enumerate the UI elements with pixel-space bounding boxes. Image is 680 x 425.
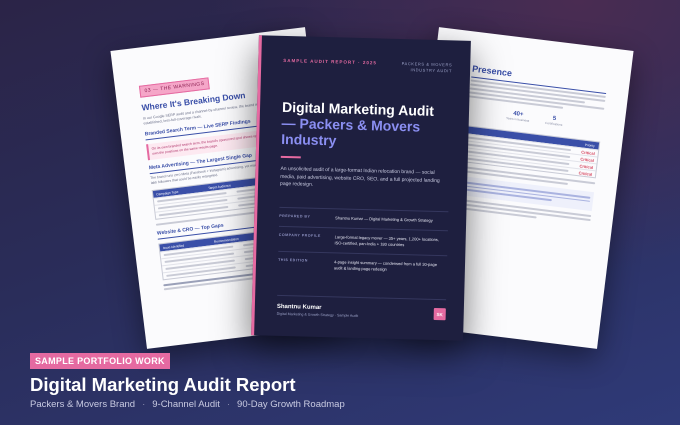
cover-footer: Shantnu Kumar Digital Marketing & Growth… [276,294,447,321]
stat-label: Certifications [544,120,563,127]
meta-key: PREPARED BY [279,213,311,219]
page-title: Digital Marketing Audit Report [30,374,296,395]
author-role: Digital Marketing & Growth Strategy · Sa… [276,311,359,318]
meta-value: Large-format legacy mover — 35+ years, 1… [334,234,440,248]
cover-label: SAMPLE AUDIT REPORT · 2025 [283,57,377,66]
cover-title-accent: Industry [281,131,337,149]
cover-brand: PACKERS & MOVERS INDUSTRY AUDIT [401,61,453,73]
subtitle-item: Packers & Movers Brand [30,399,136,410]
subtitle-item: 90-Day Growth Roadmap [237,399,345,410]
meta-value: 4-page insight summary — condensed from … [333,259,438,272]
meta-key: COMPANY PROFILE [278,232,321,238]
stat-years: 40+ Years in business [506,110,530,123]
table-header-cell: Priority [584,142,595,148]
author-monogram-badge: SK [433,307,446,321]
divider [280,156,301,159]
subtitle: Packers & Movers Brand · 9-Channel Audit… [30,399,345,410]
meta-row-this-edition: THIS EDITION 4-page insight summary — co… [277,250,448,281]
portfolio-tag: SAMPLE PORTFOLIO WORK [30,353,170,369]
subtitle-separator: · [142,399,146,410]
cover-meta: PREPARED BY Shantnu Kumar — Digital Mark… [277,206,449,281]
subtitle-item: 9-Channel Audit [152,399,220,410]
priority-badge: Critical [578,169,593,177]
meta-key: THIS EDITION [278,257,308,263]
subtitle-separator: · [226,399,231,410]
stat-certifications: 5 Certifications [545,115,563,127]
author-name: Shantnu Kumar [276,303,322,312]
meta-value: Shantnu Kumar — Digital Marketing & Grow… [335,215,433,223]
cover-title: Digital Marketing Audit — Packers & Move… [281,99,451,152]
report-cover: SAMPLE AUDIT REPORT · 2025 PACKERS & MOV… [251,35,471,341]
cover-description: An unsolicited audit of a large-format I… [279,166,440,189]
